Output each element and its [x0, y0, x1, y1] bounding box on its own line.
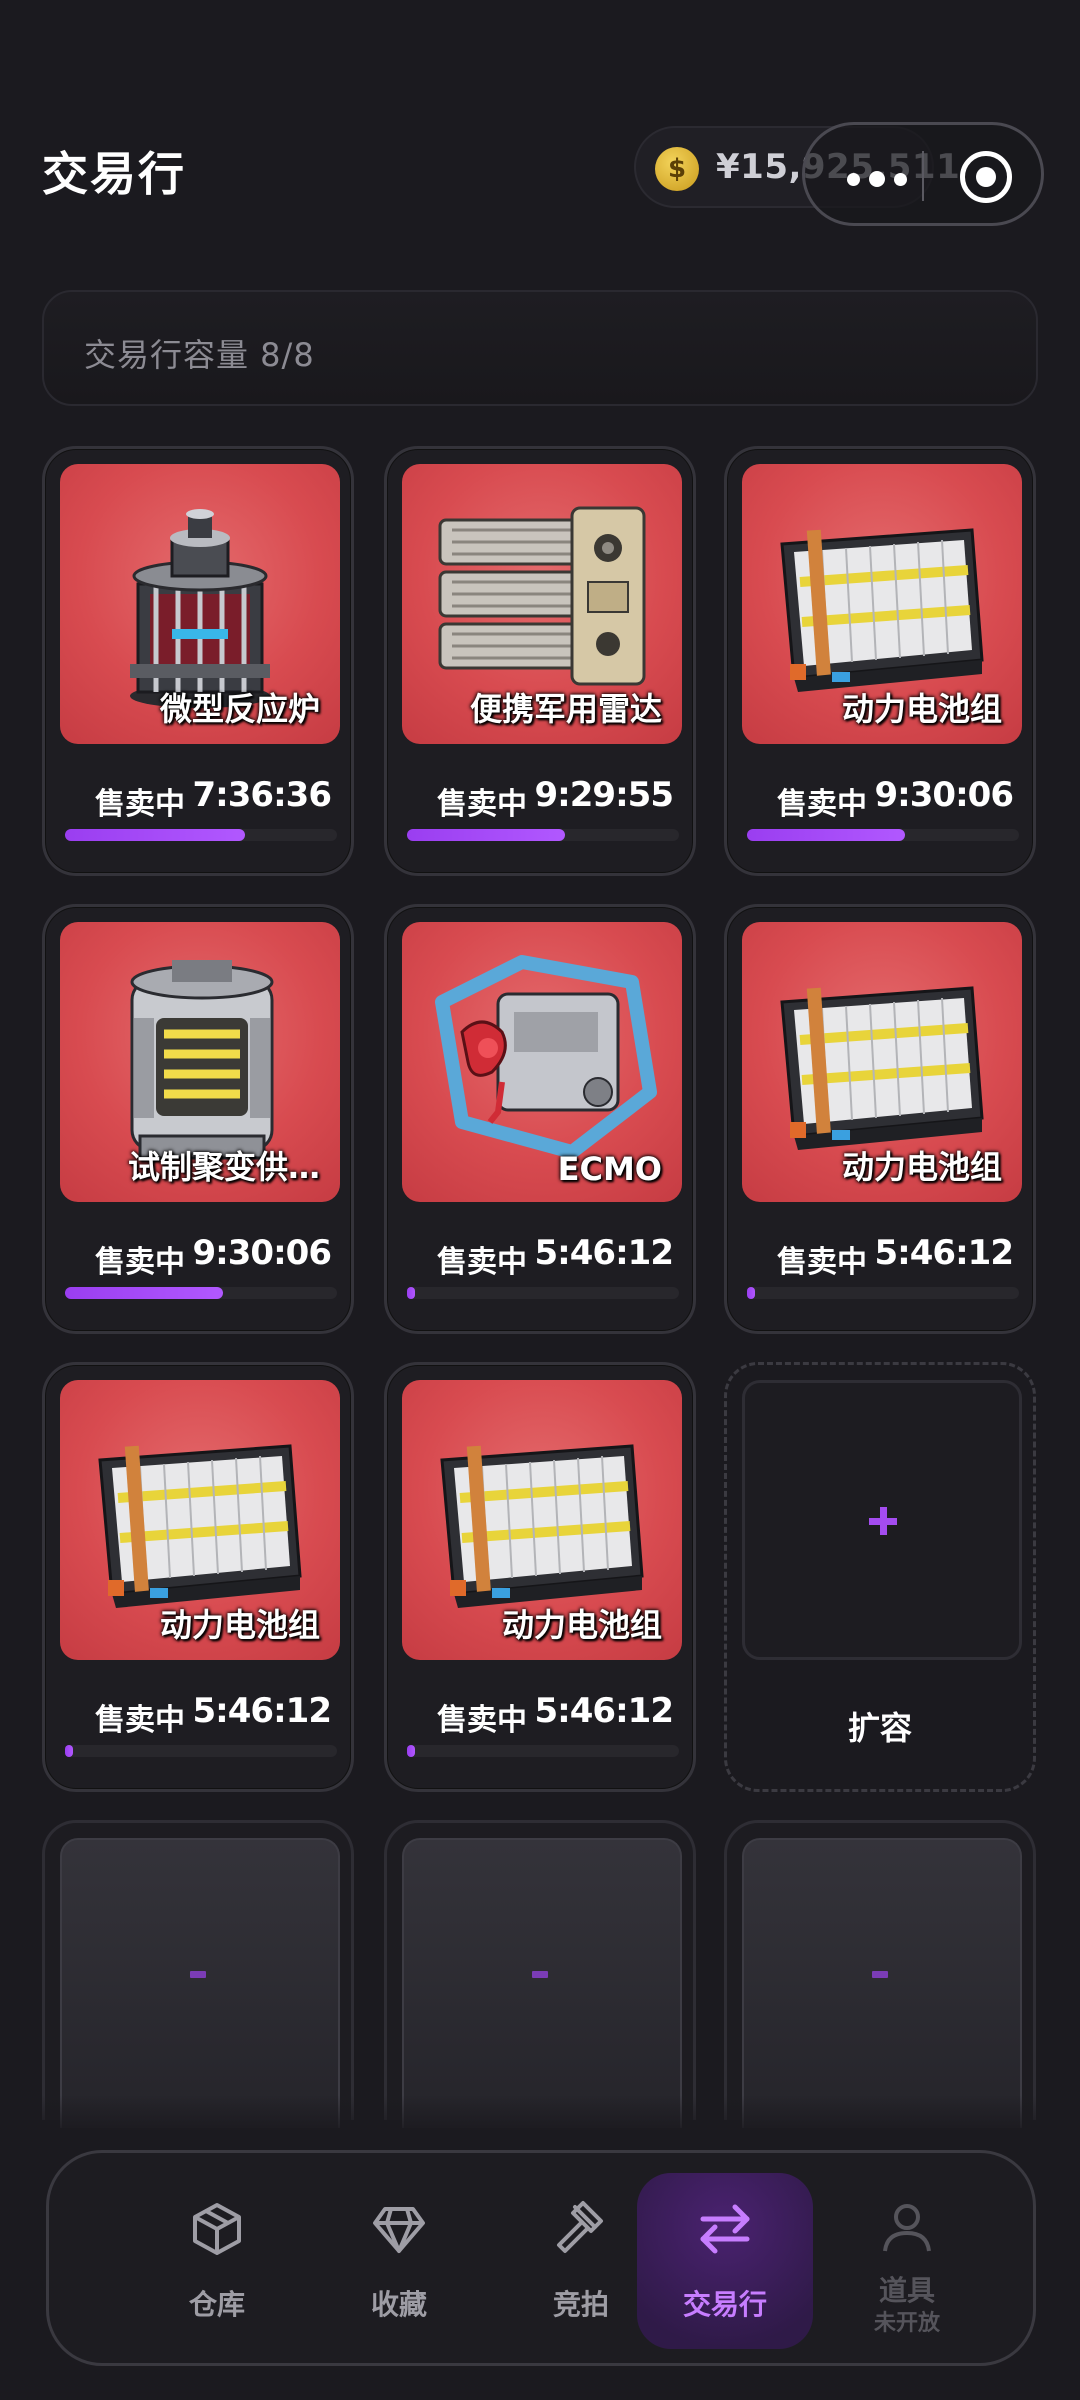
- item-thumbnail: 动力电池组: [742, 922, 1022, 1202]
- tab-label: 仓库: [188, 2288, 245, 2321]
- item-name: 动力电池组: [841, 690, 1002, 728]
- item-name: 动力电池组: [159, 1606, 320, 1644]
- listing-status: 售卖中: [437, 1245, 527, 1280]
- item-name: 便携军用雷达: [469, 690, 662, 728]
- item-name: 动力电池组: [841, 1148, 1002, 1186]
- sale-progress-fill: [407, 829, 565, 841]
- listing-timer: 9:29:55: [534, 775, 674, 815]
- item-name: 微型反应炉: [159, 690, 320, 728]
- minus-icon: [532, 1971, 548, 1978]
- tab-label: 交易行: [682, 2288, 767, 2321]
- item-thumbnail: 动力电池组: [742, 464, 1022, 744]
- tab-label: 收藏: [370, 2288, 427, 2321]
- sale-progress-fill: [65, 829, 245, 841]
- capacity-bar: 交易行容量 8/8: [42, 290, 1038, 406]
- tab-label: 道具: [878, 2274, 935, 2307]
- listing-card[interactable]: ECMO 售卖中 5:46:12: [384, 904, 696, 1334]
- sale-progress-fill: [747, 829, 905, 841]
- box-icon: [193, 2203, 241, 2255]
- item-thumbnail: 动力电池组: [60, 1380, 340, 1660]
- listing-card[interactable]: 动力电池组 售卖中 5:46:12: [42, 1362, 354, 1792]
- expand-slot: [742, 1380, 1022, 1660]
- item-name: 动力电池组: [501, 1606, 662, 1644]
- listing-status: 售卖中: [777, 787, 867, 822]
- tab-collection[interactable]: 收藏: [311, 2173, 487, 2349]
- sale-progress-fill: [407, 1745, 416, 1757]
- listing-timer: 5:46:12: [534, 1691, 674, 1731]
- item-name: 试制聚变供…: [127, 1148, 320, 1186]
- empty-slot: [60, 1838, 340, 2128]
- tab-warehouse[interactable]: 仓库: [129, 2173, 305, 2349]
- listing-timer: 9:30:06: [874, 775, 1014, 815]
- tab-sublabel: 未开放: [873, 2311, 940, 2336]
- listing-card[interactable]: 动力电池组 售卖中 5:46:12: [384, 1362, 696, 1792]
- person-icon: [883, 2204, 931, 2252]
- listing-card[interactable]: 便携军用雷达 售卖中 9:29:55: [384, 446, 696, 876]
- listing-timer: 7:36:36: [192, 775, 332, 815]
- listing-status: 售卖中: [95, 787, 185, 822]
- sale-progress-bar: [65, 829, 337, 841]
- sale-progress-bar: [407, 1745, 679, 1757]
- listing-status: 售卖中: [777, 1245, 867, 1280]
- listing-card[interactable]: 动力电池组 售卖中 5:46:12: [724, 904, 1036, 1334]
- swap-icon: [700, 2204, 750, 2254]
- tab-trading-post[interactable]: 交易行: [637, 2173, 813, 2349]
- listing-timer: 5:46:12: [192, 1691, 332, 1731]
- item-thumbnail: 试制聚变供…: [60, 922, 340, 1202]
- listing-status: 售卖中: [437, 787, 527, 822]
- sale-progress-bar: [65, 1287, 337, 1299]
- item-thumbnail: 动力电池组: [402, 1380, 682, 1660]
- item-thumbnail: 微型反应炉: [60, 464, 340, 744]
- plus-icon: [869, 1507, 897, 1535]
- item-thumbnail: ECMO: [402, 922, 682, 1202]
- sale-progress-bar: [65, 1745, 337, 1757]
- sale-progress-bar: [747, 1287, 1019, 1299]
- close-miniprogram-icon[interactable]: [960, 151, 1012, 203]
- tab-items: 道具 未开放: [819, 2173, 995, 2349]
- more-options-icon[interactable]: [847, 171, 907, 187]
- listing-card[interactable]: 试制聚变供… 售卖中 9:30:06: [42, 904, 354, 1334]
- listing-status: 售卖中: [437, 1703, 527, 1738]
- sale-progress-bar: [747, 829, 1019, 841]
- capsule-divider: [922, 151, 924, 201]
- minus-icon: [872, 1971, 888, 1978]
- listing-card[interactable]: 动力电池组 售卖中 9:30:06: [724, 446, 1036, 876]
- empty-slot: [742, 1838, 1022, 2128]
- sale-progress-bar: [407, 829, 679, 841]
- item-thumbnail: 便携军用雷达: [402, 464, 682, 744]
- listing-card[interactable]: 微型反应炉 售卖中 7:36:36: [42, 446, 354, 876]
- sale-progress-fill: [65, 1745, 74, 1757]
- expand-label: 扩容: [847, 1709, 912, 1747]
- miniprogram-capsule: [802, 122, 1044, 226]
- locked-slot: [384, 1820, 696, 2128]
- listing-status: 售卖中: [95, 1245, 185, 1280]
- empty-slot: [402, 1838, 682, 2128]
- minus-icon: [190, 1971, 206, 1978]
- gavel-icon: [557, 2201, 603, 2253]
- locked-slot: [42, 1820, 354, 2128]
- listing-timer: 5:46:12: [534, 1233, 674, 1273]
- locked-slot: [724, 1820, 1036, 2128]
- coin-icon: $: [655, 147, 699, 191]
- scroll-fade: [0, 2095, 1080, 2135]
- listing-timer: 5:46:12: [874, 1233, 1014, 1273]
- sale-progress-fill: [747, 1287, 756, 1299]
- listing-status: 售卖中: [95, 1703, 185, 1738]
- diamond-icon: [373, 2207, 425, 2253]
- sale-progress-fill: [65, 1287, 223, 1299]
- sale-progress-bar: [407, 1287, 679, 1299]
- capacity-text: 交易行容量 8/8: [84, 336, 315, 374]
- expand-capacity-button[interactable]: 扩容: [724, 1362, 1036, 1792]
- listing-timer: 9:30:06: [192, 1233, 332, 1273]
- item-name: ECMO: [557, 1150, 662, 1188]
- bottom-tab-bar: 仓库 收藏 竞拍 交易行 道具 未开放: [46, 2150, 1036, 2366]
- page-title: 交易行: [42, 147, 186, 201]
- sale-progress-fill: [407, 1287, 416, 1299]
